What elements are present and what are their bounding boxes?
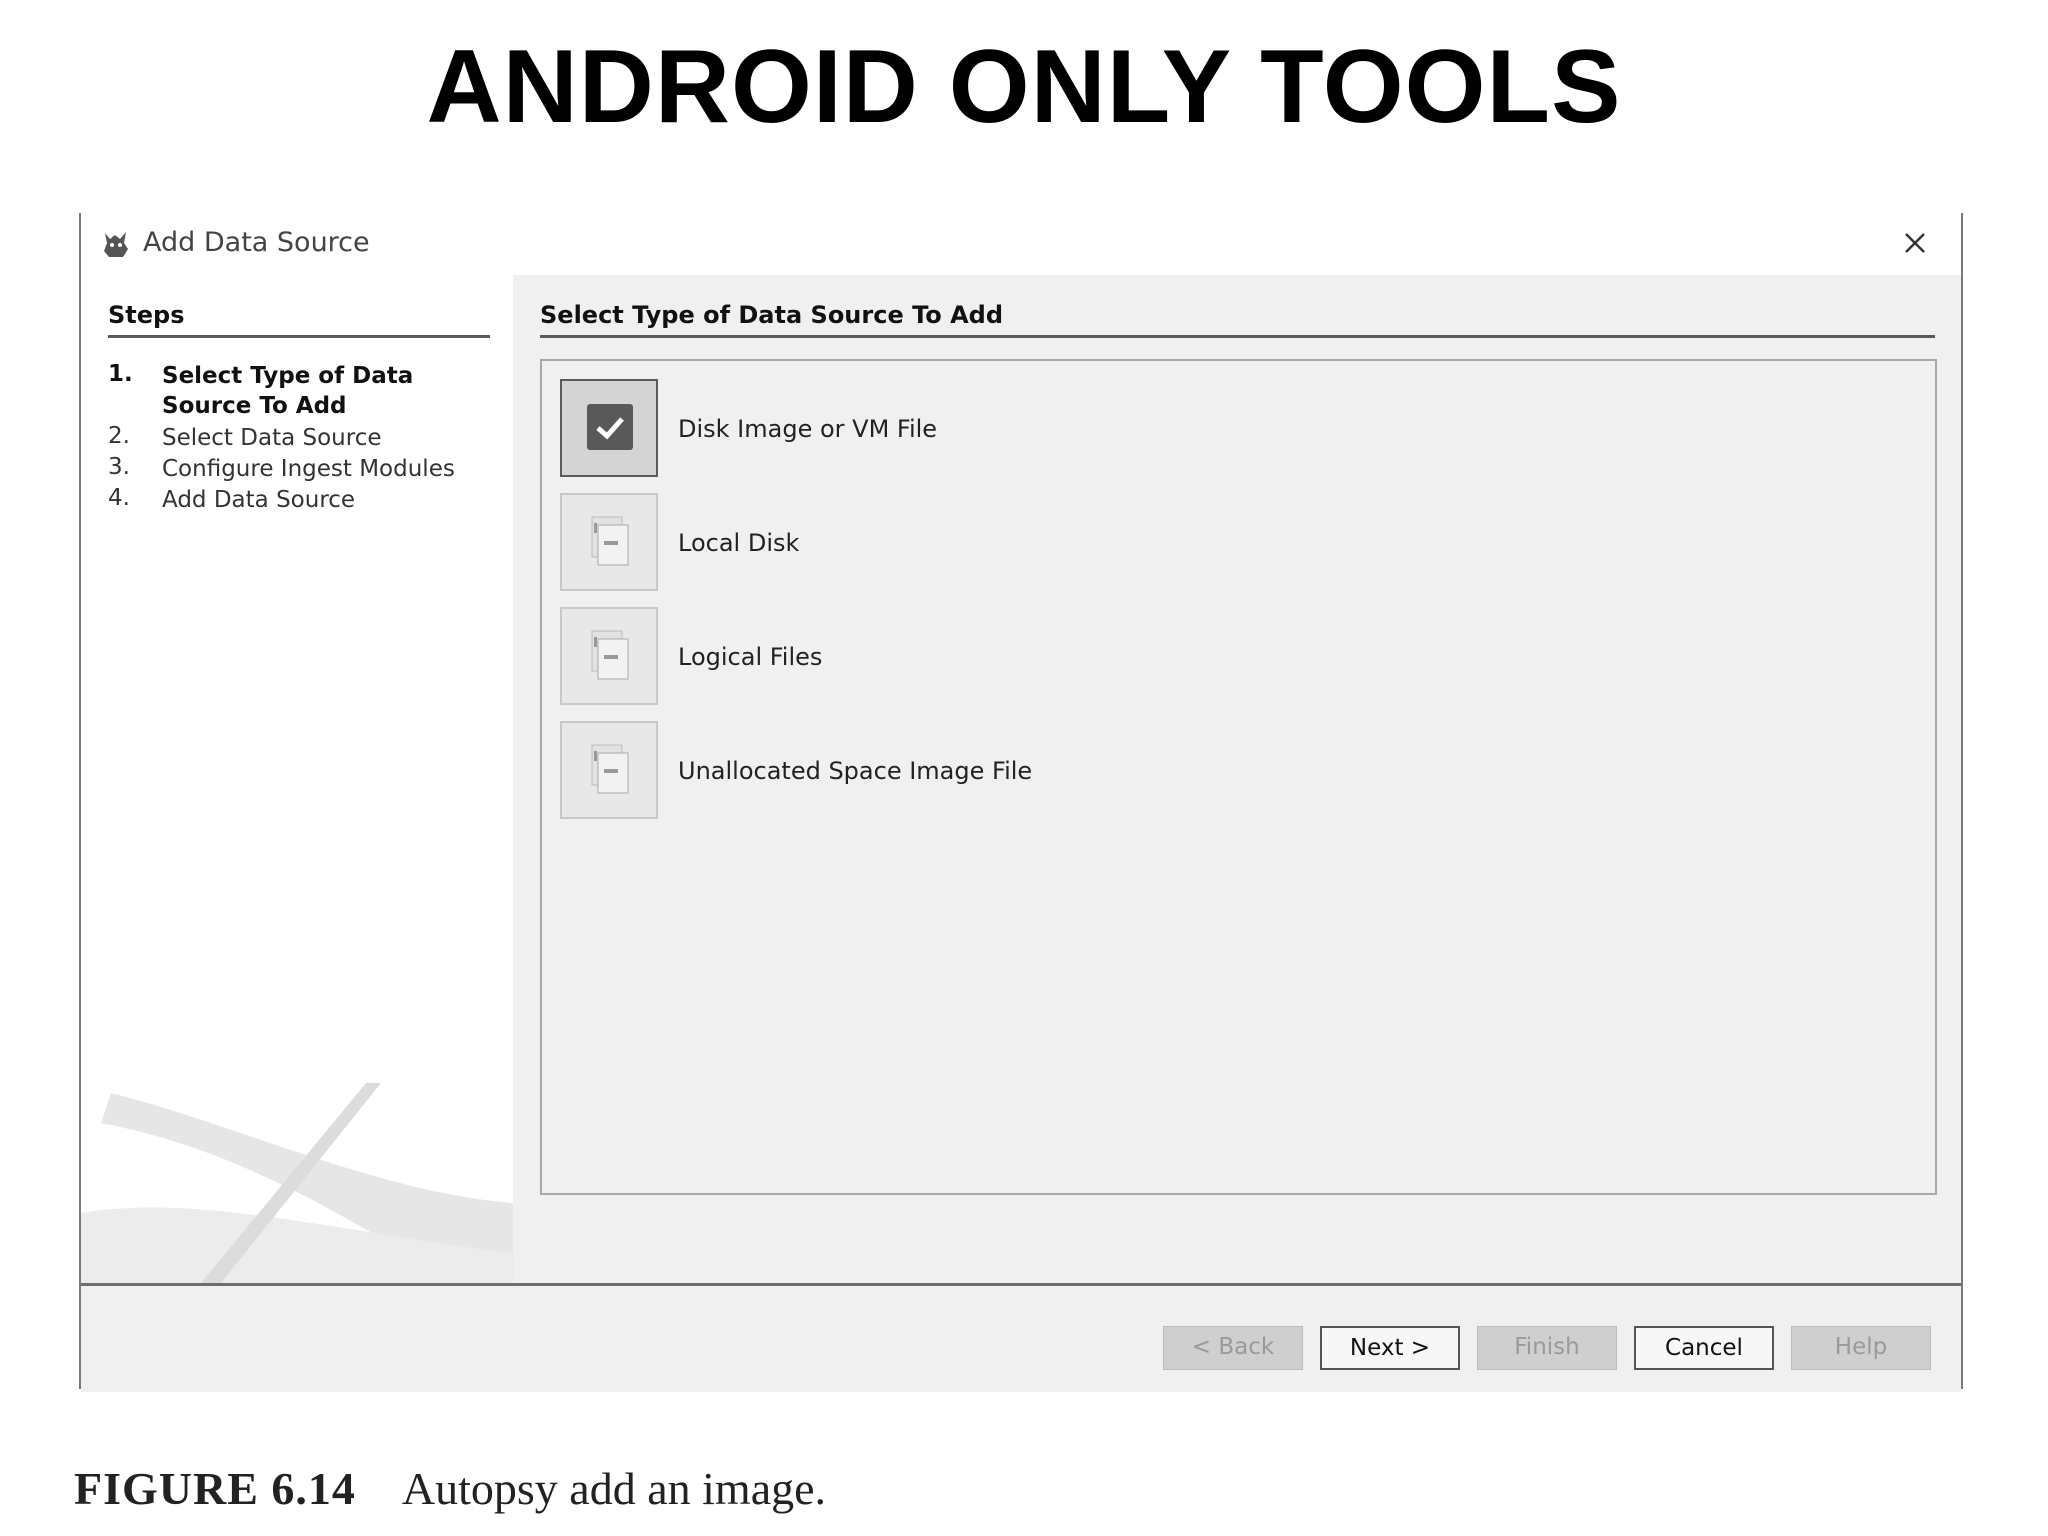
help-button[interactable]: Help (1791, 1326, 1931, 1370)
dialog-title: Add Data Source (143, 227, 370, 258)
add-data-source-dialog: Add Data Source Steps 1. Select Type of D… (79, 213, 1963, 1392)
option-local-disk-button[interactable] (560, 493, 658, 591)
step-item-3: 3. Configure Ingest Modules (108, 454, 482, 484)
cancel-button[interactable]: Cancel (1634, 1326, 1774, 1370)
next-button[interactable]: Next > (1320, 1326, 1460, 1370)
step-item-1: 1. Select Type of Data Source To Add (108, 361, 482, 421)
close-icon[interactable] (1895, 223, 1935, 263)
document-icon (591, 744, 629, 794)
data-source-type-list: Disk Image or VM File Local Disk Logical… (540, 359, 1937, 1195)
steps-pane: Steps 1. Select Type of Data Source To Ad… (81, 275, 513, 1283)
steps-heading: Steps (108, 301, 185, 329)
step-label: Select Data Source (162, 425, 382, 451)
step-number: 1. (108, 361, 133, 387)
option-label: Disk Image or VM File (678, 415, 938, 443)
back-button[interactable]: < Back (1163, 1326, 1303, 1370)
step-item-4: 4. Add Data Source (108, 485, 482, 515)
slide-title: ANDROID ONLY TOOLS (426, 29, 1622, 145)
autopsy-dog-icon (104, 232, 128, 257)
step-number: 3. (108, 454, 130, 480)
main-pane: Select Type of Data Source To Add Disk I… (513, 275, 1961, 1283)
steps-divider (108, 335, 490, 338)
step-label: Select Type of Data Source To Add (162, 363, 414, 419)
figure-number: FIGURE 6.14 (74, 1463, 356, 1514)
main-heading: Select Type of Data Source To Add (540, 301, 1004, 329)
option-unallocated-space-button[interactable] (560, 721, 658, 819)
figure-caption: FIGURE 6.14 Autopsy add an image. (74, 1462, 826, 1515)
step-number: 2. (108, 423, 130, 449)
step-number: 4. (108, 485, 130, 511)
option-logical-files-button[interactable] (560, 607, 658, 705)
document-icon (591, 630, 629, 680)
finish-button[interactable]: Finish (1477, 1326, 1617, 1370)
option-label: Logical Files (678, 643, 823, 671)
dialog-button-bar: < Back Next > Finish Cancel Help (81, 1283, 1961, 1392)
option-label: Local Disk (678, 529, 800, 557)
document-icon (591, 516, 629, 566)
figure-caption-text: Autopsy add an image. (401, 1463, 827, 1514)
dialog-titlebar: Add Data Source (81, 213, 1961, 275)
step-label: Configure Ingest Modules (162, 456, 455, 482)
option-label: Unallocated Space Image File (678, 757, 1033, 785)
step-label: Add Data Source (162, 487, 356, 513)
decorative-swoosh (81, 1083, 513, 1283)
checkmark-icon (587, 404, 633, 450)
main-divider (540, 335, 1935, 338)
step-item-2: 2. Select Data Source (108, 423, 482, 453)
option-disk-image-button[interactable] (560, 379, 658, 477)
